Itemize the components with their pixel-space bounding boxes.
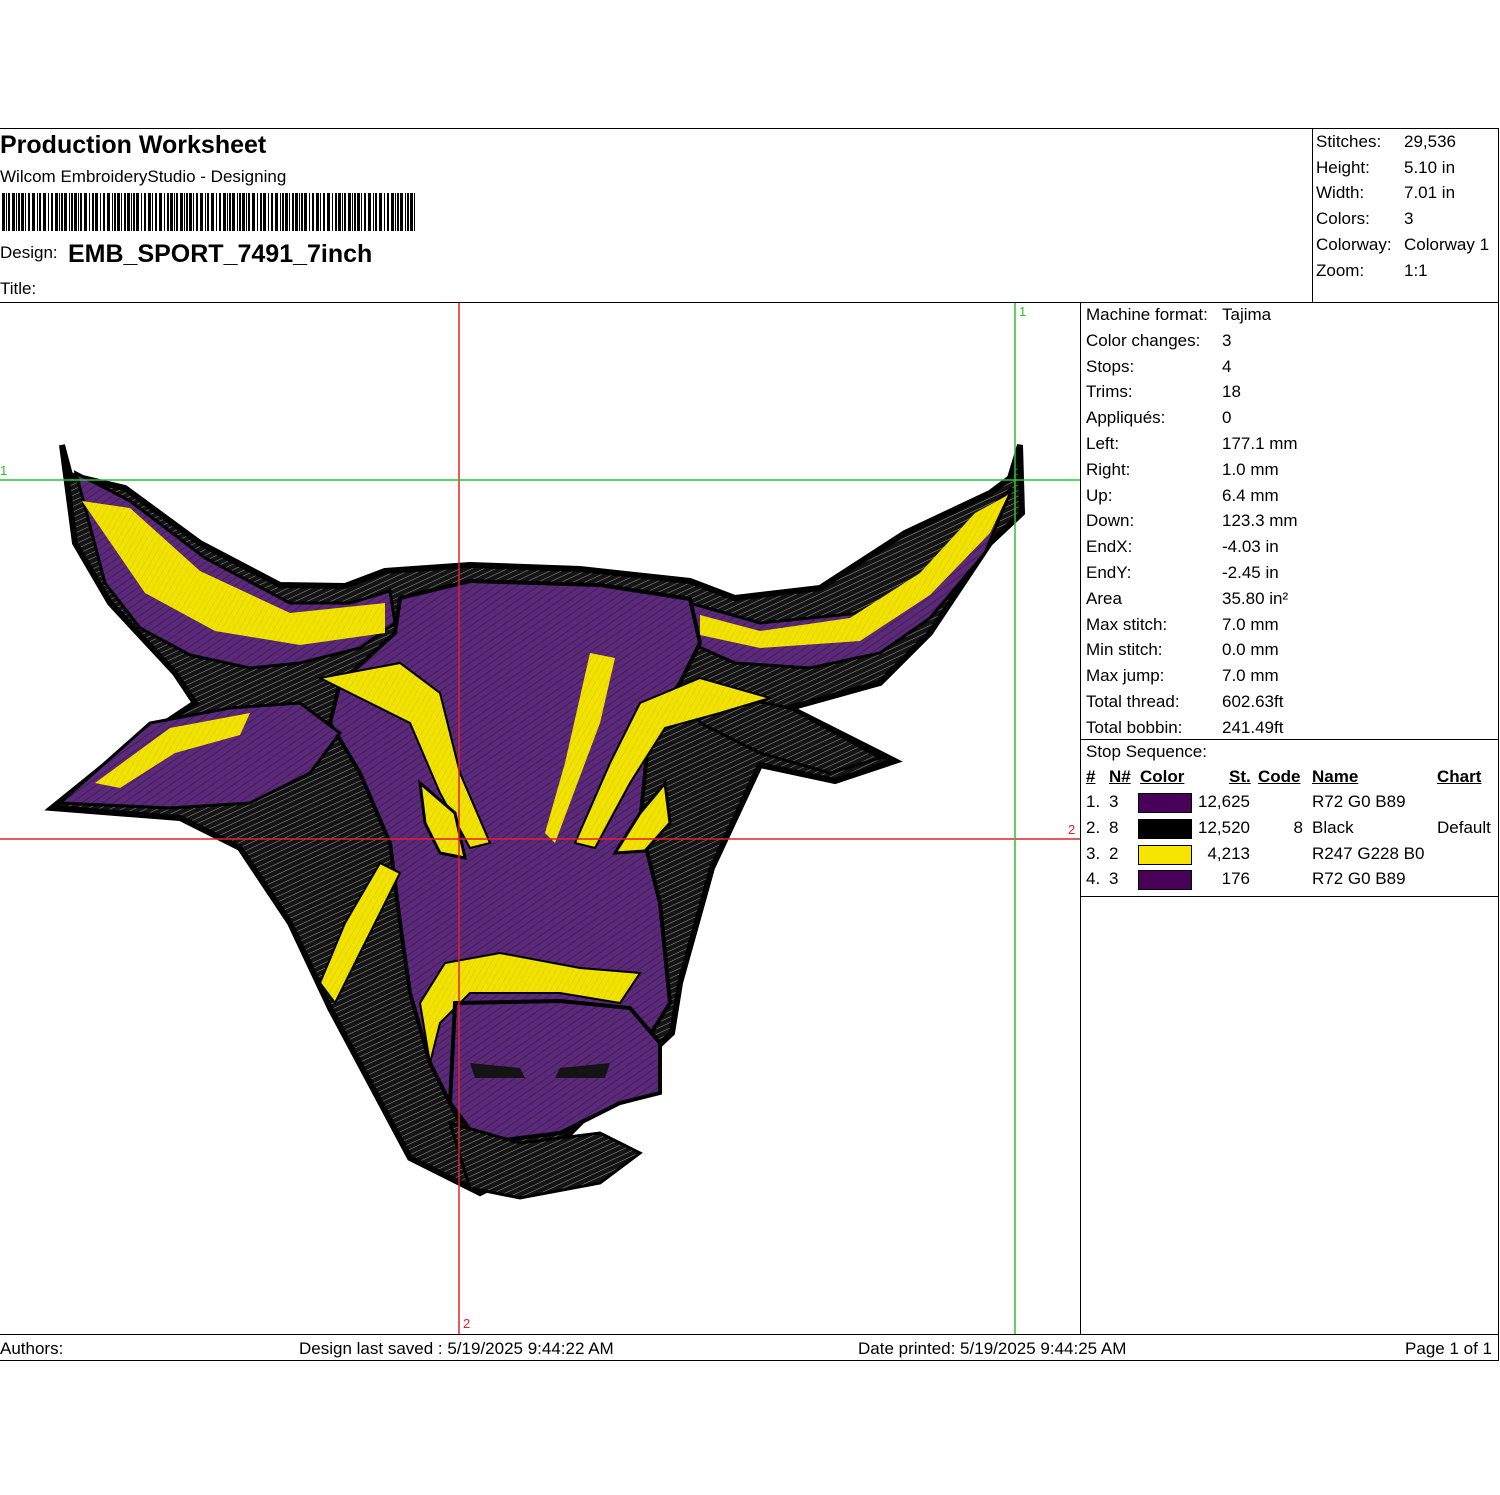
detail-label: Trims: <box>1086 382 1133 402</box>
summary-label: Colors: <box>1316 209 1370 228</box>
detail-value: -4.03 in <box>1222 537 1279 557</box>
detail-label: Left: <box>1086 434 1120 453</box>
stop-row-stitches: 176 <box>1221 869 1250 889</box>
worksheet-title: Production Worksheet <box>0 131 267 159</box>
summary-value: 1:1 <box>1404 261 1428 280</box>
stop-row-number: 3. <box>1086 843 1101 863</box>
page-number: Page 1 of 1 <box>1405 1339 1492 1358</box>
bull-embroidery-design: 1 1 2 2 <box>0 303 1080 1334</box>
detail-value: Tajima <box>1222 305 1272 324</box>
color-swatch <box>1138 818 1192 839</box>
detail-label: Total thread: <box>1086 692 1180 711</box>
summary-label: Zoom: <box>1316 261 1365 280</box>
summary-value: 5.10 in <box>1404 158 1456 177</box>
col-header-name: Name <box>1312 767 1359 786</box>
stop-row-name: R72 G0 B89 <box>1312 792 1406 811</box>
design-last-saved: Design last saved : 5/19/2025 9:44:22 AM <box>299 1339 614 1358</box>
detail-label: Stops: <box>1086 356 1135 376</box>
red-guide-label-vertical: 2 <box>463 1316 470 1331</box>
detail-value: 7.0 mm <box>1222 614 1279 634</box>
detail-value: 123.3 mm <box>1222 511 1298 531</box>
detail-label: Max jump: <box>1086 666 1165 686</box>
col-header-code: Code <box>1258 767 1301 786</box>
summary-label: Colorway: <box>1316 235 1392 254</box>
stop-sequence-title: Stop Sequence: <box>1086 742 1207 761</box>
detail-label: Machine format: <box>1086 305 1208 324</box>
stop-row-number: 1. <box>1086 792 1101 811</box>
barcode <box>2 193 415 231</box>
stop-row-needle: 3 <box>1109 869 1119 889</box>
detail-label: EndX: <box>1086 537 1133 557</box>
detail-label: Min stitch: <box>1086 640 1163 660</box>
detail-value: 3 <box>1222 330 1232 350</box>
stop-row-name: R247 G228 B0 <box>1312 843 1425 863</box>
summary-value: 3 <box>1404 209 1414 228</box>
title-label: Title: <box>0 279 37 298</box>
detail-value: 0 <box>1222 408 1232 428</box>
stop-row-stitches: 4,213 <box>1207 843 1250 863</box>
detail-value: 241.49ft <box>1222 717 1284 737</box>
stop-row-stitches: 12,625 <box>1198 792 1250 811</box>
color-swatch <box>1138 844 1192 865</box>
col-header-color: Color <box>1140 767 1185 786</box>
stop-row-name: R72 G0 B89 <box>1312 869 1406 889</box>
stop-row-chart: Default <box>1437 817 1491 837</box>
detail-label: Color changes: <box>1086 330 1201 350</box>
authors-label: Authors: <box>0 1339 64 1358</box>
stop-row-code: 8 <box>1293 817 1303 837</box>
summary-label: Stitches: <box>1316 132 1382 151</box>
detail-label: Total bobbin: <box>1086 717 1183 737</box>
detail-value: 18 <box>1222 382 1241 402</box>
detail-value: 4 <box>1222 356 1232 376</box>
software-subtitle: Wilcom EmbroideryStudio - Designing <box>0 167 287 186</box>
details-panel: Machine format: Tajima Color changes: 3 Stop… <box>1080 303 1499 1334</box>
stop-row-name: Black <box>1312 817 1354 837</box>
col-header-chart: Chart <box>1437 767 1482 786</box>
col-header-num: # <box>1086 767 1096 786</box>
red-guide-label-horizontal: 2 <box>1068 822 1075 837</box>
detail-label: Max stitch: <box>1086 614 1168 634</box>
design-label: Design: <box>0 243 58 262</box>
summary-value: 7.01 in <box>1404 183 1456 202</box>
detail-label: Down: <box>1086 511 1135 531</box>
summary-panel: Stitches: 29,536 Height: 5.10 in Width: … <box>1312 129 1499 303</box>
detail-value: -2.45 in <box>1222 563 1279 582</box>
summary-value: 29,536 <box>1404 132 1456 151</box>
detail-label: Up: <box>1086 485 1113 505</box>
col-header-stitches: St. <box>1229 767 1251 786</box>
detail-value: 177.1 mm <box>1222 434 1298 453</box>
color-swatch <box>1138 870 1192 891</box>
detail-label: Right: <box>1086 459 1131 479</box>
detail-label: Appliqués: <box>1086 408 1166 428</box>
stop-sequence: Stop Sequence: # N# Color St. Code Name … <box>1081 739 1499 897</box>
col-header-needle: N# <box>1109 767 1131 786</box>
color-swatch <box>1138 793 1192 813</box>
detail-value: 35.80 in² <box>1222 588 1289 608</box>
green-guide-label-vertical: 1 <box>1019 304 1026 319</box>
summary-value: Colorway 1 <box>1404 235 1490 254</box>
detail-value: 7.0 mm <box>1222 666 1279 686</box>
detail-label: Area <box>1086 588 1122 608</box>
worksheet-footer: Authors: Design last saved : 5/19/2025 9… <box>0 1334 1498 1361</box>
detail-value: 0.0 mm <box>1222 640 1279 660</box>
production-worksheet: Production Worksheet Wilcom EmbroiderySt… <box>0 128 1499 1361</box>
design-name: EMB_SPORT_7491_7inch <box>68 240 373 268</box>
detail-value: 602.63ft <box>1222 692 1284 711</box>
stop-row-needle: 8 <box>1109 817 1119 837</box>
detail-value: 6.4 mm <box>1222 485 1279 505</box>
green-guide-label-horizontal: 1 <box>0 463 7 478</box>
design-canvas[interactable]: 1 1 2 2 <box>0 303 1080 1334</box>
summary-label: Height: <box>1316 158 1370 177</box>
detail-label: EndY: <box>1086 563 1132 582</box>
stop-row-number: 4. <box>1086 869 1101 889</box>
detail-value: 1.0 mm <box>1222 459 1279 479</box>
stop-row-number: 2. <box>1086 817 1101 837</box>
worksheet-header: Production Worksheet Wilcom EmbroiderySt… <box>0 129 1312 303</box>
summary-label: Width: <box>1316 183 1365 202</box>
stop-row-needle: 2 <box>1109 843 1119 863</box>
stop-row-stitches: 12,520 <box>1198 817 1250 837</box>
date-printed: Date printed: 5/19/2025 9:44:25 AM <box>858 1339 1127 1358</box>
stop-row-needle: 3 <box>1109 792 1119 811</box>
